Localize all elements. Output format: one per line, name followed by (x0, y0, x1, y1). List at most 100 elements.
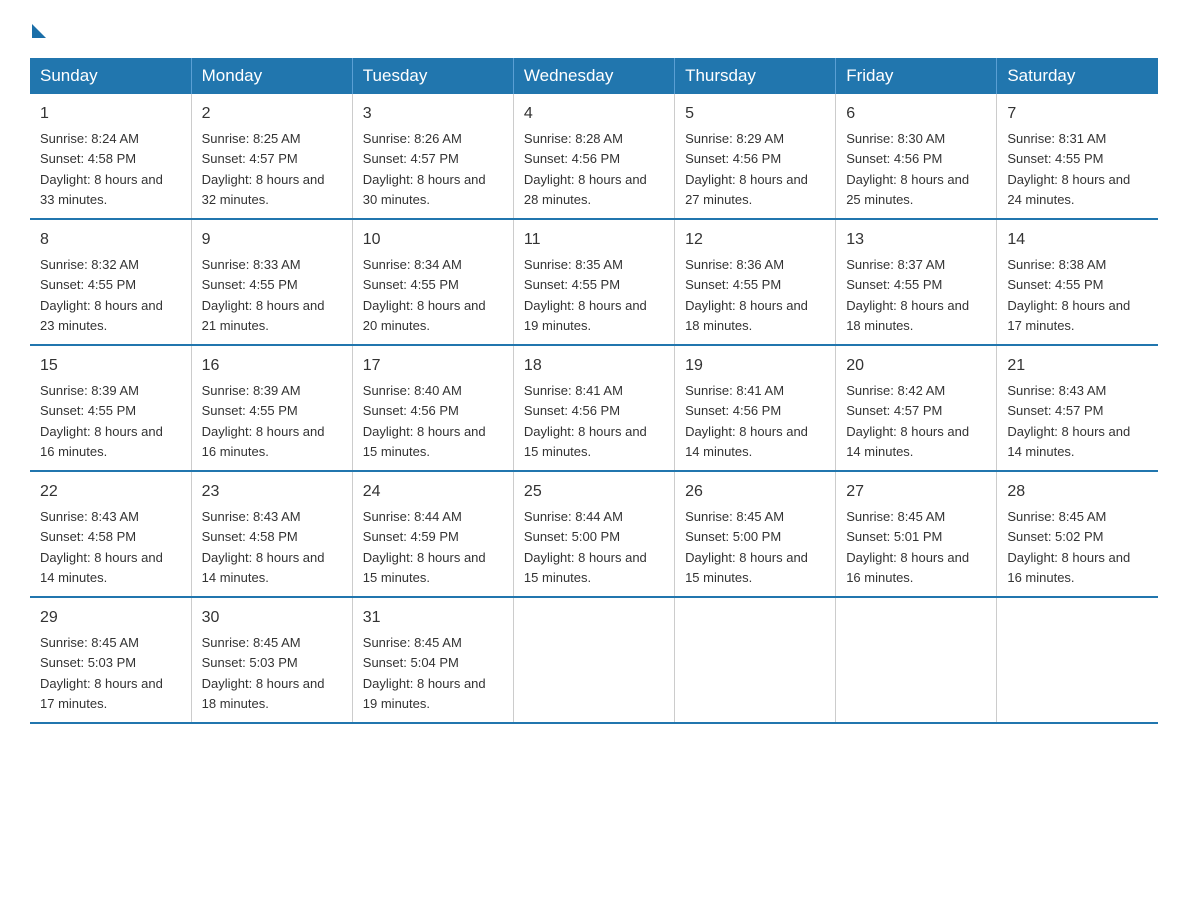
day-number: 12 (685, 228, 825, 252)
day-cell-30: 30 Sunrise: 8:45 AMSunset: 5:03 PMDayligh… (191, 597, 352, 723)
day-cell-11: 11 Sunrise: 8:35 AMSunset: 4:55 PMDayligh… (513, 219, 674, 345)
day-info: Sunrise: 8:42 AMSunset: 4:57 PMDaylight:… (846, 383, 969, 459)
day-info: Sunrise: 8:45 AMSunset: 5:04 PMDaylight:… (363, 635, 486, 711)
day-number: 11 (524, 228, 664, 252)
day-number: 1 (40, 102, 181, 126)
empty-cell (997, 597, 1158, 723)
day-cell-15: 15Sunrise: 8:39 AMSunset: 4:55 PMDayligh… (30, 345, 191, 471)
day-number: 29 (40, 606, 181, 630)
week-row-2: 8 Sunrise: 8:32 AMSunset: 4:55 PMDaylight… (30, 219, 1158, 345)
day-info: Sunrise: 8:26 AMSunset: 4:57 PMDaylight:… (363, 131, 486, 207)
day-info: Sunrise: 8:38 AMSunset: 4:55 PMDaylight:… (1007, 257, 1130, 333)
day-number: 19 (685, 354, 825, 378)
header-wednesday: Wednesday (513, 58, 674, 94)
day-number: 14 (1007, 228, 1148, 252)
day-number: 16 (202, 354, 342, 378)
day-info: Sunrise: 8:41 AMSunset: 4:56 PMDaylight:… (524, 383, 647, 459)
day-cell-1: 1 Sunrise: 8:24 AMSunset: 4:58 PMDaylight… (30, 94, 191, 219)
day-info: Sunrise: 8:39 AMSunset: 4:55 PMDaylight:… (202, 383, 325, 459)
day-number: 9 (202, 228, 342, 252)
day-cell-14: 14 Sunrise: 8:38 AMSunset: 4:55 PMDayligh… (997, 219, 1158, 345)
day-cell-4: 4 Sunrise: 8:28 AMSunset: 4:56 PMDaylight… (513, 94, 674, 219)
day-info: Sunrise: 8:45 AMSunset: 5:03 PMDaylight:… (202, 635, 325, 711)
day-cell-19: 19 Sunrise: 8:41 AMSunset: 4:56 PMDayligh… (675, 345, 836, 471)
day-cell-18: 18 Sunrise: 8:41 AMSunset: 4:56 PMDayligh… (513, 345, 674, 471)
logo-arrow-icon (32, 24, 46, 38)
day-cell-31: 31 Sunrise: 8:45 AMSunset: 5:04 PMDayligh… (352, 597, 513, 723)
day-cell-13: 13 Sunrise: 8:37 AMSunset: 4:55 PMDayligh… (836, 219, 997, 345)
day-info: Sunrise: 8:29 AMSunset: 4:56 PMDaylight:… (685, 131, 808, 207)
week-row-5: 29 Sunrise: 8:45 AMSunset: 5:03 PMDayligh… (30, 597, 1158, 723)
day-cell-27: 27 Sunrise: 8:45 AMSunset: 5:01 PMDayligh… (836, 471, 997, 597)
day-info: Sunrise: 8:30 AMSunset: 4:56 PMDaylight:… (846, 131, 969, 207)
day-number: 18 (524, 354, 664, 378)
day-info: Sunrise: 8:31 AMSunset: 4:55 PMDaylight:… (1007, 131, 1130, 207)
day-cell-17: 17 Sunrise: 8:40 AMSunset: 4:56 PMDayligh… (352, 345, 513, 471)
day-cell-3: 3 Sunrise: 8:26 AMSunset: 4:57 PMDaylight… (352, 94, 513, 219)
day-info: Sunrise: 8:33 AMSunset: 4:55 PMDaylight:… (202, 257, 325, 333)
day-info: Sunrise: 8:43 AMSunset: 4:57 PMDaylight:… (1007, 383, 1130, 459)
day-info: Sunrise: 8:34 AMSunset: 4:55 PMDaylight:… (363, 257, 486, 333)
day-cell-26: 26 Sunrise: 8:45 AMSunset: 5:00 PMDayligh… (675, 471, 836, 597)
day-number: 6 (846, 102, 986, 126)
day-number: 31 (363, 606, 503, 630)
day-info: Sunrise: 8:41 AMSunset: 4:56 PMDaylight:… (685, 383, 808, 459)
day-number: 20 (846, 354, 986, 378)
day-info: Sunrise: 8:45 AMSunset: 5:01 PMDaylight:… (846, 509, 969, 585)
day-info: Sunrise: 8:44 AMSunset: 4:59 PMDaylight:… (363, 509, 486, 585)
day-number: 2 (202, 102, 342, 126)
day-cell-2: 2 Sunrise: 8:25 AMSunset: 4:57 PMDaylight… (191, 94, 352, 219)
day-info: Sunrise: 8:35 AMSunset: 4:55 PMDaylight:… (524, 257, 647, 333)
day-info: Sunrise: 8:25 AMSunset: 4:57 PMDaylight:… (202, 131, 325, 207)
day-cell-5: 5 Sunrise: 8:29 AMSunset: 4:56 PMDaylight… (675, 94, 836, 219)
day-cell-24: 24Sunrise: 8:44 AMSunset: 4:59 PMDayligh… (352, 471, 513, 597)
day-info: Sunrise: 8:32 AMSunset: 4:55 PMDaylight:… (40, 257, 163, 333)
day-cell-8: 8 Sunrise: 8:32 AMSunset: 4:55 PMDaylight… (30, 219, 191, 345)
day-number: 28 (1007, 480, 1148, 504)
day-info: Sunrise: 8:28 AMSunset: 4:56 PMDaylight:… (524, 131, 647, 207)
logo (30, 20, 46, 38)
header-tuesday: Tuesday (352, 58, 513, 94)
week-row-4: 22Sunrise: 8:43 AMSunset: 4:58 PMDayligh… (30, 471, 1158, 597)
day-info: Sunrise: 8:45 AMSunset: 5:02 PMDaylight:… (1007, 509, 1130, 585)
day-number: 3 (363, 102, 503, 126)
day-number: 10 (363, 228, 503, 252)
day-info: Sunrise: 8:24 AMSunset: 4:58 PMDaylight:… (40, 131, 163, 207)
day-number: 27 (846, 480, 986, 504)
day-cell-23: 23 Sunrise: 8:43 AMSunset: 4:58 PMDayligh… (191, 471, 352, 597)
day-info: Sunrise: 8:40 AMSunset: 4:56 PMDaylight:… (363, 383, 486, 459)
empty-cell (675, 597, 836, 723)
day-info: Sunrise: 8:45 AMSunset: 5:00 PMDaylight:… (685, 509, 808, 585)
day-cell-10: 10 Sunrise: 8:34 AMSunset: 4:55 PMDayligh… (352, 219, 513, 345)
day-number: 30 (202, 606, 342, 630)
day-cell-20: 20 Sunrise: 8:42 AMSunset: 4:57 PMDayligh… (836, 345, 997, 471)
day-info: Sunrise: 8:36 AMSunset: 4:55 PMDaylight:… (685, 257, 808, 333)
day-cell-16: 16 Sunrise: 8:39 AMSunset: 4:55 PMDayligh… (191, 345, 352, 471)
day-number: 23 (202, 480, 342, 504)
week-row-1: 1 Sunrise: 8:24 AMSunset: 4:58 PMDaylight… (30, 94, 1158, 219)
header-saturday: Saturday (997, 58, 1158, 94)
day-cell-9: 9 Sunrise: 8:33 AMSunset: 4:55 PMDaylight… (191, 219, 352, 345)
header-monday: Monday (191, 58, 352, 94)
day-cell-7: 7 Sunrise: 8:31 AMSunset: 4:55 PMDaylight… (997, 94, 1158, 219)
day-info: Sunrise: 8:43 AMSunset: 4:58 PMDaylight:… (202, 509, 325, 585)
calendar-table: SundayMondayTuesdayWednesdayThursdayFrid… (30, 58, 1158, 724)
day-info: Sunrise: 8:37 AMSunset: 4:55 PMDaylight:… (846, 257, 969, 333)
day-number: 26 (685, 480, 825, 504)
day-number: 25 (524, 480, 664, 504)
day-cell-25: 25Sunrise: 8:44 AMSunset: 5:00 PMDayligh… (513, 471, 674, 597)
header-sunday: Sunday (30, 58, 191, 94)
day-number: 17 (363, 354, 503, 378)
empty-cell (513, 597, 674, 723)
week-row-3: 15Sunrise: 8:39 AMSunset: 4:55 PMDayligh… (30, 345, 1158, 471)
day-number: 4 (524, 102, 664, 126)
page-header (30, 20, 1158, 38)
header-thursday: Thursday (675, 58, 836, 94)
day-cell-6: 6 Sunrise: 8:30 AMSunset: 4:56 PMDaylight… (836, 94, 997, 219)
day-number: 5 (685, 102, 825, 126)
day-number: 13 (846, 228, 986, 252)
day-cell-29: 29Sunrise: 8:45 AMSunset: 5:03 PMDayligh… (30, 597, 191, 723)
day-cell-22: 22Sunrise: 8:43 AMSunset: 4:58 PMDayligh… (30, 471, 191, 597)
day-number: 8 (40, 228, 181, 252)
day-number: 7 (1007, 102, 1148, 126)
